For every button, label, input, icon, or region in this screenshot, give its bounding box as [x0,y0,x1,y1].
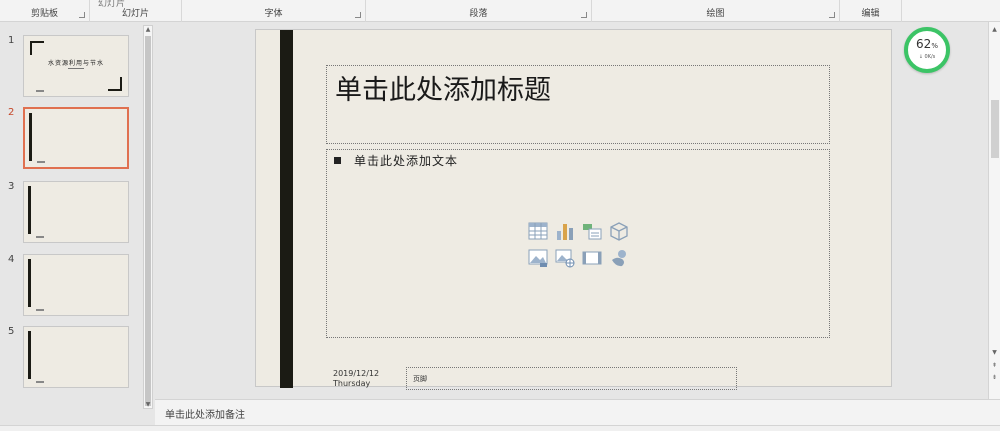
thumbnail-left-bar [29,113,32,161]
insert-content-icons [528,221,632,271]
scrollbar-thumb[interactable] [991,100,999,158]
slide-thumbnail-1[interactable]: 1 水资源利用与节水 [8,35,133,101]
slide-thumbnail-3[interactable]: 3 [8,181,133,247]
performance-widget[interactable]: 62% ↓ 0K/s [904,27,950,73]
thumbnail-footer-mark [36,309,44,311]
scroll-down-arrow-icon[interactable]: ▼ [144,401,152,408]
status-bar [0,425,1000,431]
insert-table-icon[interactable] [528,221,548,241]
thumbnail-left-bar [28,259,31,307]
ribbon-group-label: 字体 [264,9,283,19]
notes-placeholder: 单击此处添加备注 [165,410,245,421]
slide-thumbnail-4[interactable]: 4 [8,254,133,320]
previous-slide-icon[interactable]: ⇞ [989,362,1000,369]
slide-number: 1 [8,35,15,46]
slide-number: 5 [8,326,15,337]
network-speed: ↓ 0K/s [918,54,936,60]
slide-canvas[interactable]: 单击此处添加标题 单击此处添加文本 2019/12/12 Thursday 页脚 [255,29,892,390]
footer-placeholder[interactable]: 页脚 [406,367,737,390]
thumbnail-title: 水资源利用与节水 [47,60,104,67]
ribbon: 剪贴板 幻灯片 幻灯片 字体 段落 绘图 编辑 [0,0,1000,22]
notes-pane[interactable]: 单击此处添加备注 [155,399,1000,425]
ribbon-group-label: 幻灯片 [121,9,149,19]
slide-thumbnail-frame[interactable] [23,326,129,388]
ribbon-group-drawing: 绘图 [592,0,840,22]
scroll-up-arrow-icon[interactable]: ▲ [989,26,1000,33]
thumbnail-footer-mark [37,161,45,163]
thumbnail-footer-mark [36,381,44,383]
thumbnail-footer-mark [36,90,44,92]
ribbon-group-editing: 编辑 [840,0,902,22]
scroll-down-arrow-icon[interactable]: ▼ [989,349,1000,356]
weekday-text: Thursday [333,379,371,388]
scrollbar-thumb[interactable] [145,36,151,406]
slide-number: 2 [8,107,15,118]
slide-thumbnail-frame[interactable]: 水资源利用与节水 [23,35,129,97]
bullet-icon [334,157,341,164]
ribbon-group-font: 字体 [182,0,366,22]
dialog-launcher-icon[interactable] [829,12,835,18]
corner-bracket-icon [30,41,44,55]
corner-bracket-icon [108,77,122,91]
ribbon-group-label: 编辑 [861,9,880,19]
insert-online-picture-icon[interactable] [555,248,575,268]
content-placeholder-text: 单击此处添加文本 [354,154,459,168]
scroll-up-arrow-icon[interactable]: ▲ [144,26,152,33]
ribbon-group-label: 段落 [469,9,488,19]
ribbon-group-clipboard: 剪贴板 [0,0,90,22]
title-placeholder[interactable]: 单击此处添加标题 [326,65,830,144]
thumbnail-left-bar [28,186,31,234]
ribbon-group-label: 绘图 [706,9,725,19]
title-placeholder-text: 单击此处添加标题 [335,75,551,106]
editor-scrollbar[interactable]: ▲ ▼ ⇞ ⇟ [988,22,1000,399]
ribbon-group-label: 剪贴板 [30,9,58,19]
slide-left-bar [280,30,293,388]
slide-number: 4 [8,254,15,265]
date-placeholder[interactable]: 2019/12/12 Thursday [333,369,379,389]
slide-thumbnail-frame[interactable] [23,254,129,316]
powerpoint-window: 剪贴板 幻灯片 幻灯片 字体 段落 绘图 编辑 1 水资源利用与节水 2 3 4… [0,0,1000,431]
insert-3d-model-icon[interactable] [609,221,629,241]
thumbnail-scrollbar[interactable]: ▲ ▼ [143,25,153,409]
content-placeholder[interactable]: 单击此处添加文本 [326,149,830,338]
dialog-launcher-icon[interactable] [355,12,361,18]
slide-editor: 单击此处添加标题 单击此处添加文本 2019/12/12 Thursday 页脚 [155,22,988,399]
slide-thumbnail-2[interactable]: 2 [8,107,133,173]
ribbon-group-slides: 幻灯片 幻灯片 [90,0,182,22]
slide-number: 3 [8,181,15,192]
slide-thumbnail-frame[interactable] [23,181,129,243]
ribbon-group-paragraph: 段落 [366,0,592,22]
insert-chart-icon[interactable] [555,221,575,241]
insert-smartart-icon[interactable] [582,221,602,241]
cpu-percent: 62% [916,37,938,51]
slide-thumbnail-frame-selected[interactable] [23,107,129,169]
slide-thumbnail-5[interactable]: 5 [8,326,133,392]
next-slide-icon[interactable]: ⇟ [989,374,1000,381]
thumbnail-subtitle-line [68,68,84,69]
slide-thumbnail-pane: 1 水资源利用与节水 2 3 4 5 ▲ ▼ [0,22,155,409]
thumbnail-left-bar [28,331,31,379]
date-text: 2019/12/12 [333,369,380,378]
insert-picture-icon[interactable] [528,248,548,268]
insert-video-icon[interactable] [582,248,602,268]
dialog-launcher-icon[interactable] [581,12,587,18]
insert-icons-icon[interactable] [609,248,629,268]
thumbnail-footer-mark [36,236,44,238]
footer-text: 页脚 [413,375,427,383]
dialog-launcher-icon[interactable] [79,12,85,18]
